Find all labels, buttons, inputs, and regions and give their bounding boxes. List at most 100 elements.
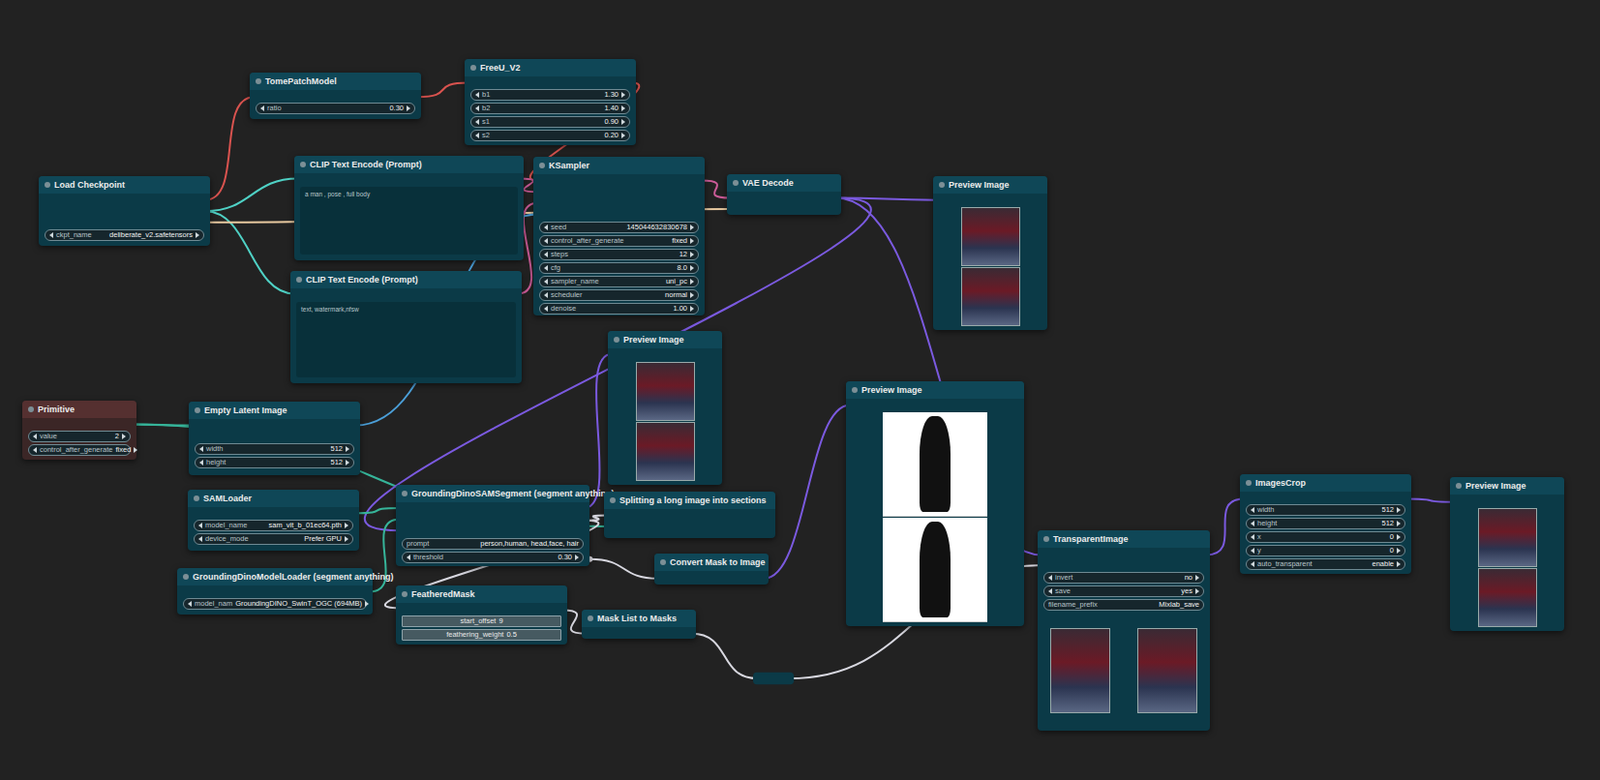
widget-value[interactable]: sam_vit_b_01ec64.pth [269,520,342,531]
increment-arrow-icon[interactable] [133,447,138,453]
node-widget[interactable]: filename_prefixMixlab_save [1043,599,1205,611]
graph-node[interactable]: SAMLoadermodel_namesam_vit_b_01ec64.pthd… [187,489,360,551]
node-title[interactable]: Preview Image [845,381,1025,399]
decrement-arrow-icon[interactable] [198,522,203,529]
increment-arrow-icon[interactable] [621,132,626,139]
graph-node[interactable]: FreeU_V2b11.30b21.40s10.90s20.20 [464,59,636,146]
decrement-arrow-icon[interactable] [1250,507,1255,514]
decrement-arrow-icon[interactable] [543,224,548,231]
increment-arrow-icon[interactable] [621,119,626,125]
node-widget[interactable]: promptperson,human, head,face, hair [401,538,584,550]
decrement-arrow-icon[interactable] [406,554,411,561]
graph-node[interactable]: GroundingDinoModelLoader (segment anythi… [177,568,373,615]
node-title[interactable]: TransparentImage [1037,530,1210,548]
decrement-arrow-icon[interactable] [260,105,265,112]
node-widget[interactable]: value2 [28,430,131,443]
widget-value[interactable]: 9 [498,616,503,627]
decrement-arrow-icon[interactable] [1048,588,1053,595]
node-title[interactable]: Preview Image [607,331,723,349]
graph-node[interactable]: Preview Image [933,176,1048,331]
widget-value[interactable]: 1.30 [603,90,619,100]
graph-node[interactable]: Convert Mask to Image [654,553,769,585]
graph-node[interactable]: Empty Latent Imagewidth512height512 [188,401,361,476]
widget-value[interactable]: normal [664,290,688,301]
decrement-arrow-icon[interactable] [32,433,37,440]
node-widget[interactable]: start_offset9 [401,615,562,628]
widget-value[interactable]: 8.0 [677,263,688,273]
decrement-arrow-icon[interactable] [1250,534,1255,541]
node-widget[interactable]: width512 [194,443,355,455]
increment-arrow-icon[interactable] [1195,588,1200,595]
node-title[interactable]: Load Checkpoint [38,176,211,194]
node-widget[interactable]: x0 [1245,531,1406,544]
graph-canvas[interactable]: TomePatchModelratio0.30FreeU_V2b11.30b21… [0,0,1600,780]
decrement-arrow-icon[interactable] [475,132,480,139]
node-widget[interactable]: model_namGroundingDINO_SwinT_OGC (694MB) [182,598,367,610]
widget-value[interactable]: GroundingDINO_SwinT_OGC (694MB) [235,599,363,609]
decrement-arrow-icon[interactable] [199,446,204,453]
node-title[interactable]: Preview Image [1449,477,1565,495]
widget-value[interactable]: 0.30 [389,103,404,114]
node-title[interactable]: TomePatchModel [249,72,422,91]
node-title[interactable]: Preview Image [933,176,1048,194]
reroute-node[interactable] [753,672,794,686]
graph-node[interactable]: Preview Image [1449,477,1565,632]
widget-value[interactable]: uni_pc [665,276,688,287]
decrement-arrow-icon[interactable] [49,232,54,239]
graph-node[interactable]: CLIP Text Encode (Prompt) a man , pose , … [294,155,524,261]
decrement-arrow-icon[interactable] [198,536,203,543]
node-widget[interactable]: threshold0.30 [401,551,584,564]
increment-arrow-icon[interactable] [690,265,695,272]
node-widget[interactable]: steps12 [539,248,699,261]
increment-arrow-icon[interactable] [621,105,626,112]
widget-value[interactable]: 12 [679,249,688,260]
node-widget[interactable]: invertno [1043,572,1205,584]
widget-value[interactable]: no [1184,573,1193,583]
widget-value[interactable]: yes [1180,586,1193,597]
increment-arrow-icon[interactable] [121,433,126,440]
node-title[interactable]: ImagesCrop [1239,474,1412,492]
decrement-arrow-icon[interactable] [543,251,548,258]
graph-node[interactable]: Mask List to Masks [581,609,696,639]
increment-arrow-icon[interactable] [1396,547,1401,554]
widget-value[interactable]: fixed [115,445,131,455]
decrement-arrow-icon[interactable] [543,238,548,244]
widget-value[interactable]: 512 [1381,518,1394,529]
decrement-arrow-icon[interactable] [32,447,37,453]
increment-arrow-icon[interactable] [344,522,349,529]
widget-value[interactable]: 0 [1389,545,1394,556]
node-widget[interactable]: ratio0.30 [255,102,416,115]
node-widget[interactable]: b21.40 [470,102,631,115]
widget-value[interactable]: fixed [671,236,688,246]
increment-arrow-icon[interactable] [1396,534,1401,541]
node-widget[interactable]: y0 [1245,544,1406,557]
node-title[interactable]: SAMLoader [187,489,360,508]
decrement-arrow-icon[interactable] [475,119,480,125]
node-widget[interactable]: control_after_generatefixed [28,444,131,456]
node-widget[interactable]: width512 [1245,504,1406,516]
graph-node[interactable]: KSamplerseed145044632830678control_after… [533,156,705,316]
node-widget[interactable]: feathering_weight0.5 [401,629,562,641]
widget-value[interactable]: 0.30 [557,552,573,563]
increment-arrow-icon[interactable] [690,278,695,285]
increment-arrow-icon[interactable] [364,601,369,607]
node-title[interactable]: KSampler [533,156,705,175]
decrement-arrow-icon[interactable] [475,105,480,112]
graph-node[interactable]: TransparentImage invertnosaveyesfilename_… [1037,530,1210,731]
widget-value[interactable]: Mixlab_save [1158,600,1200,610]
increment-arrow-icon[interactable] [690,224,695,231]
node-widget[interactable]: saveyes [1043,585,1205,598]
decrement-arrow-icon[interactable] [1250,547,1255,554]
increment-arrow-icon[interactable] [574,554,579,561]
graph-node[interactable]: Preview Image [607,331,723,485]
increment-arrow-icon[interactable] [690,292,695,299]
increment-arrow-icon[interactable] [1195,574,1200,581]
increment-arrow-icon[interactable] [690,238,695,244]
graph-node[interactable]: GroundingDinoSAMSegment (segment anythin… [395,484,590,567]
node-widget[interactable]: schedulernormal [539,289,699,302]
graph-node[interactable]: Load Checkpointckpt_namedeliberate_v2.sa… [38,176,211,246]
widget-value[interactable]: 0.20 [603,130,619,141]
node-title[interactable]: CLIP Text Encode (Prompt) [294,155,524,174]
decrement-arrow-icon[interactable] [1250,561,1255,568]
prompt-textarea[interactable]: a man , pose , full body [300,186,518,255]
